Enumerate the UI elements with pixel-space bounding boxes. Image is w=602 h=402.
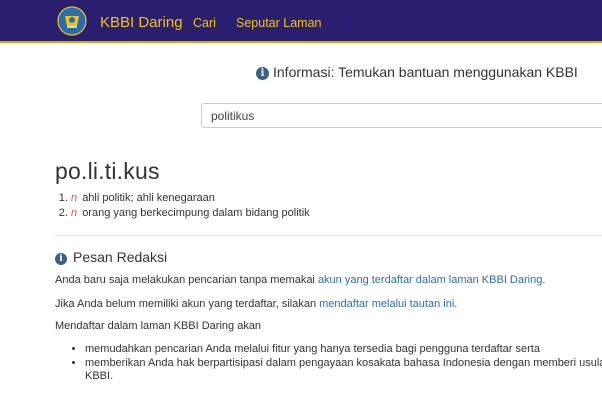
definition-list: n ahli politik; ahli kenegaraan n orang … <box>55 191 310 221</box>
notice-text-end: . <box>454 298 458 310</box>
notice-paragraph-3: Mendaftar dalam laman KBBI Daring akan <box>55 320 262 332</box>
notice-text-end: . <box>542 274 546 286</box>
part-of-speech-label[interactable]: n <box>71 207 77 219</box>
benefit-item: memudahkan pencarian Anda melalui fitur … <box>85 343 602 357</box>
definition-item: n orang yang berkecimpung dalam bidang p… <box>71 206 310 221</box>
brand-title[interactable]: KBBI Daring <box>100 14 183 31</box>
definition-item: n ahli politik; ahli kenegaraan <box>71 191 310 206</box>
part-of-speech-label[interactable]: n <box>71 192 77 204</box>
definition-text: orang yang berkecimpung dalam bidang pol… <box>82 207 310 219</box>
notice-text: Anda baru saja melakukan pencarian tanpa… <box>55 274 318 286</box>
benefit-item: memberikan Anda hak berpartisipasi dalam… <box>85 357 602 384</box>
pesan-redaksi-title: Pesan Redaksi <box>73 249 168 265</box>
notice-paragraph-2: Jika Anda belum memiliki akun yang terda… <box>55 298 457 310</box>
navbar: KBBI Daring Cari Seputar Laman <box>0 0 602 43</box>
notice-text: Jika Anda belum memiliki akun yang terda… <box>55 298 320 310</box>
registered-account-link[interactable]: akun yang terdaftar dalam laman KBBI Dar… <box>318 274 542 286</box>
info-banner: i Informasi: Temukan bantuan menggunakan … <box>256 64 578 80</box>
info-circle-icon: i <box>256 67 269 80</box>
pesan-redaksi-heading: i Pesan Redaksi <box>55 249 167 265</box>
info-circle-icon: i <box>55 253 67 265</box>
register-link[interactable]: mendaftar melalui tautan ini <box>319 298 454 310</box>
search-input[interactable] <box>201 103 602 128</box>
definition-text: ahli politik; ahli kenegaraan <box>82 192 215 204</box>
section-divider <box>55 235 602 236</box>
benefit-list: memudahkan pencarian Anda melalui fitur … <box>72 343 602 384</box>
nav-seputar-laman-link[interactable]: Seputar Laman <box>236 16 321 30</box>
info-text[interactable]: Informasi: Temukan bantuan menggunakan K… <box>273 64 578 80</box>
entry-headword: po.li.ti.kus <box>55 158 160 184</box>
kemdikbud-logo-icon[interactable] <box>57 6 87 36</box>
notice-paragraph-1: Anda baru saja melakukan pencarian tanpa… <box>55 274 545 286</box>
nav-cari-link[interactable]: Cari <box>193 16 216 30</box>
